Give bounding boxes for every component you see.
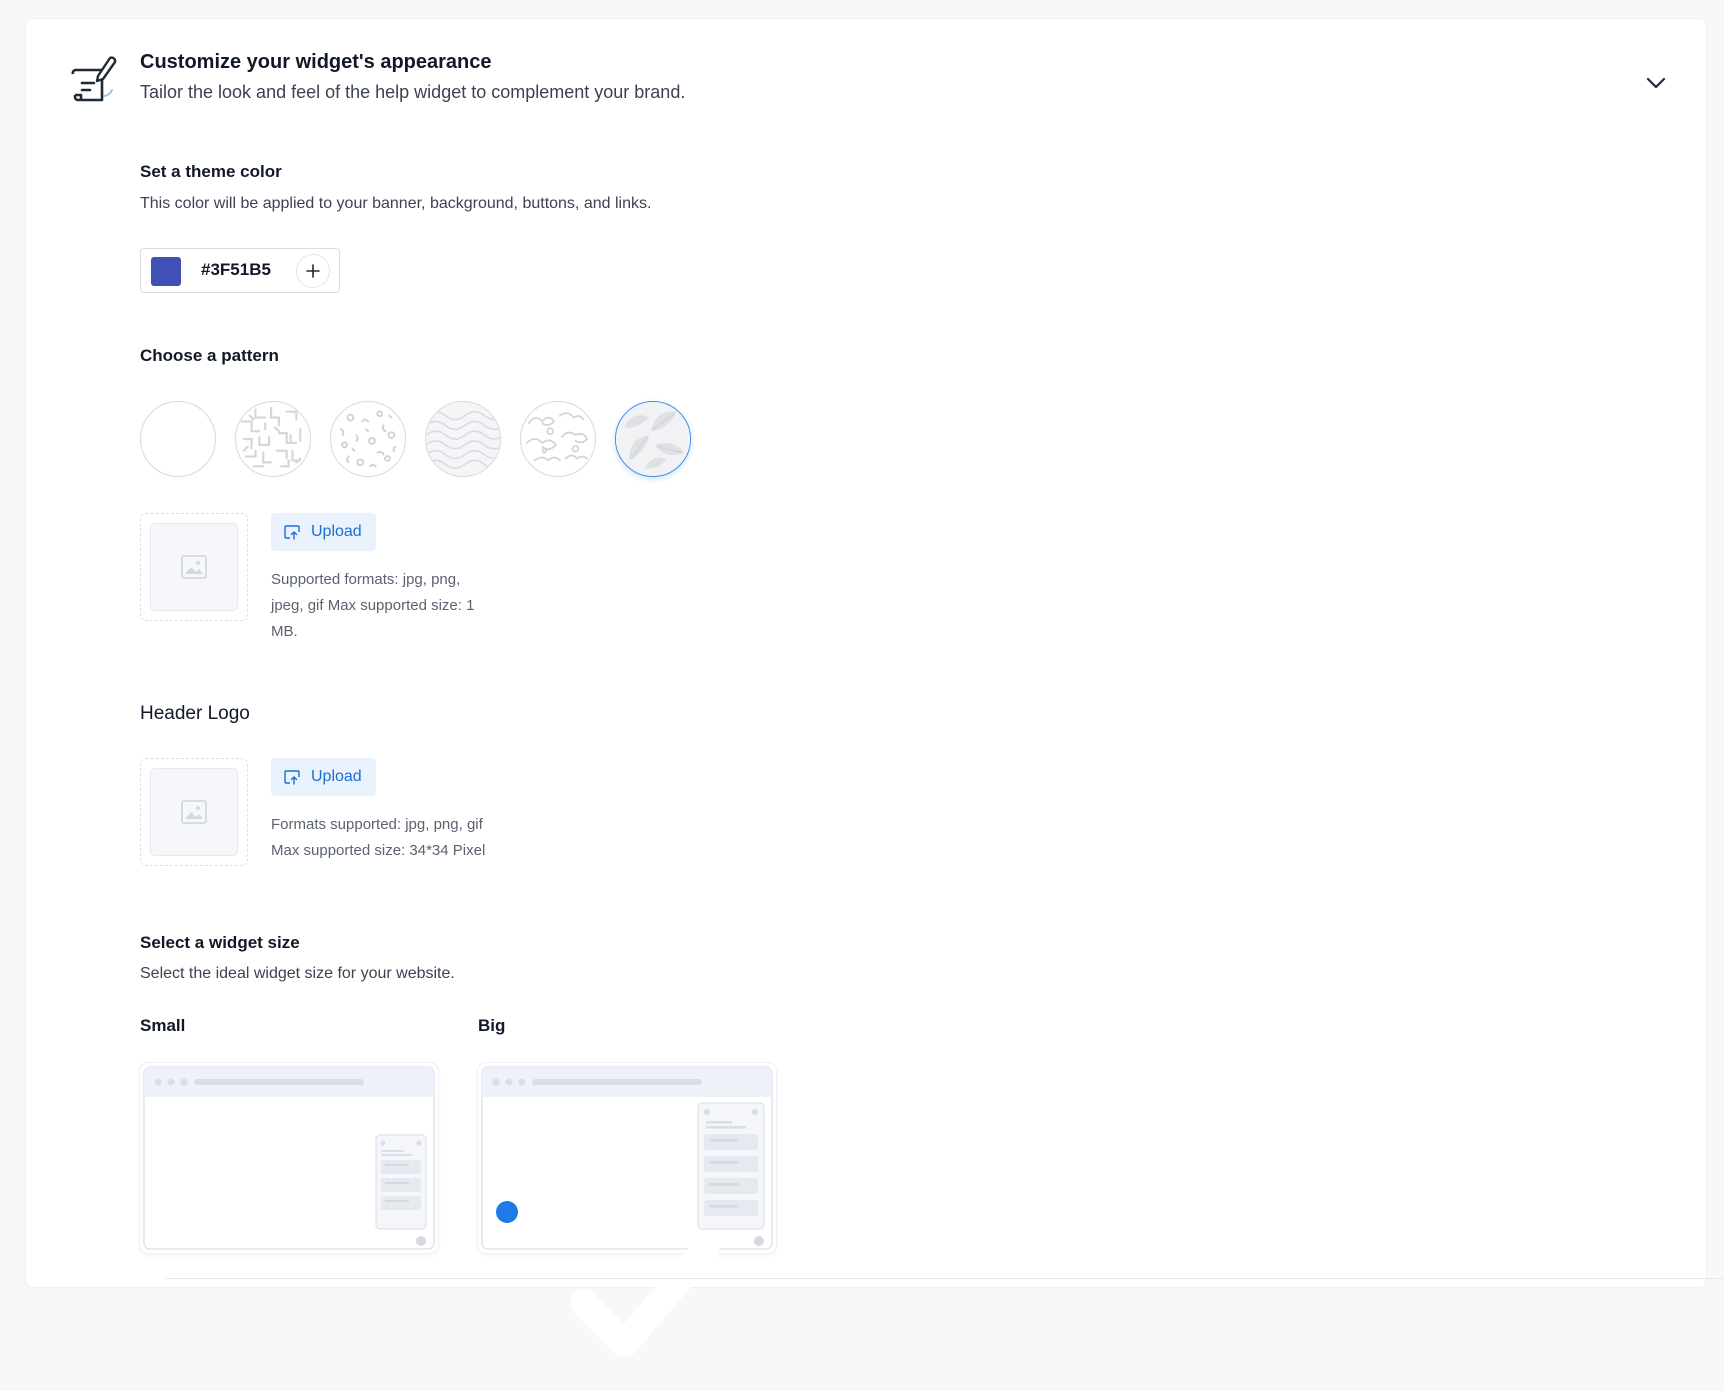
pattern-upload-help: Supported formats: jpg, png, jpeg, gif M… xyxy=(271,567,474,645)
section-divider xyxy=(165,1278,1724,1279)
waves-pattern-icon xyxy=(426,402,500,476)
upload-button-label: Upload xyxy=(311,768,362,785)
pattern-option-waves[interactable] xyxy=(425,401,501,477)
image-placeholder xyxy=(150,768,238,856)
leaves-pattern-icon xyxy=(616,402,690,476)
upload-icon xyxy=(284,525,300,540)
size-option-small-label: Small xyxy=(140,1016,186,1035)
dots-pattern-icon xyxy=(339,410,397,468)
help-line: MB. xyxy=(271,623,298,640)
color-hex-value[interactable]: #3F51B5 xyxy=(201,260,271,280)
header-logo-label: Header Logo xyxy=(140,703,250,724)
customize-icon xyxy=(70,52,118,104)
upload-button-label: Upload xyxy=(311,523,362,540)
pattern-image-dropzone[interactable] xyxy=(140,513,248,621)
theme-color-description: This color will be applied to your banne… xyxy=(140,195,652,212)
logo-upload-button[interactable]: Upload xyxy=(271,758,376,796)
pattern-upload-button[interactable]: Upload xyxy=(271,513,376,551)
plus-icon xyxy=(306,264,320,278)
pattern-option-maze[interactable] xyxy=(235,401,311,477)
section-title: Customize your widget's appearance xyxy=(140,51,492,73)
logo-image-dropzone[interactable] xyxy=(140,758,248,866)
widget-size-description: Select the ideal widget size for your we… xyxy=(140,965,455,982)
pattern-option-dots[interactable] xyxy=(330,401,406,477)
help-line: jpeg, gif Max supported size: 1 xyxy=(271,597,475,614)
pattern-option-leaves[interactable] xyxy=(615,401,691,477)
pattern-label: Choose a pattern xyxy=(140,346,279,365)
color-swatch[interactable] xyxy=(151,257,181,286)
size-option-big-label: Big xyxy=(478,1016,506,1035)
section-subtitle: Tailor the look and feel of the help wid… xyxy=(140,82,686,102)
selected-check-icon xyxy=(496,1201,720,1358)
image-icon xyxy=(181,800,207,824)
image-placeholder xyxy=(150,523,238,611)
add-color-button[interactable] xyxy=(296,254,330,288)
pattern-option-clouds[interactable] xyxy=(520,401,596,477)
help-line: Supported formats: jpg, png, xyxy=(271,571,461,588)
image-icon xyxy=(181,555,207,579)
clouds-pattern-icon xyxy=(525,412,589,462)
theme-color-picker[interactable]: #3F51B5 xyxy=(140,248,340,293)
chevron-down-icon[interactable] xyxy=(1642,69,1670,97)
small-widget-preview xyxy=(143,1066,435,1250)
pattern-option-none[interactable] xyxy=(140,401,216,477)
help-line: Max supported size: 34*34 Pixel xyxy=(271,842,486,859)
size-option-big[interactable] xyxy=(478,1063,776,1358)
help-line: Formats supported: jpg, png, gif xyxy=(271,816,483,833)
upload-icon xyxy=(284,770,300,785)
widget-size-label: Select a widget size xyxy=(140,933,300,952)
appearance-card: Customize your widget's appearance Tailo… xyxy=(25,18,1724,1358)
size-option-small[interactable] xyxy=(140,1063,438,1253)
theme-color-label: Set a theme color xyxy=(140,162,282,181)
maze-pattern-icon xyxy=(240,406,302,468)
logo-upload-help: Formats supported: jpg, png, gif Max sup… xyxy=(271,812,485,864)
